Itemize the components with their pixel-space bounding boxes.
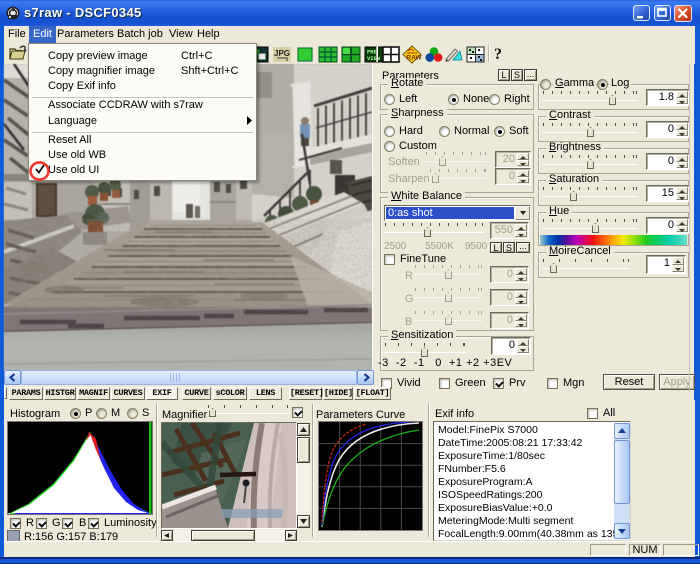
svg-text:JPG: JPG xyxy=(274,49,290,58)
svg-text:VIEW: VIEW xyxy=(367,55,381,62)
svg-text:?: ? xyxy=(494,46,502,63)
svg-text:RAW: RAW xyxy=(406,55,422,62)
